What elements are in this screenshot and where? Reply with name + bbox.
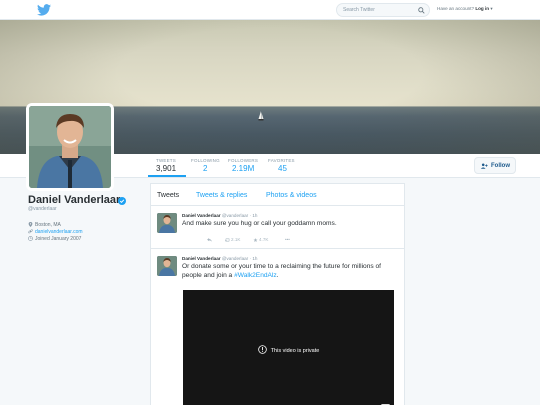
tab-photos-videos[interactable]: Photos & videos bbox=[266, 192, 317, 199]
follow-label: Follow bbox=[491, 162, 510, 169]
profile-handle: @vanderlaar bbox=[28, 206, 57, 212]
stat-followers[interactable]: FOLLOWERS 2.19M bbox=[228, 158, 258, 173]
info-icon bbox=[257, 345, 267, 354]
tweet-author[interactable]: Daniel Vanderlaar bbox=[182, 213, 221, 218]
stat-tweets[interactable]: TWEETS 3,901 bbox=[156, 158, 176, 173]
tab-tweets-replies[interactable]: Tweets & replies bbox=[196, 192, 247, 199]
tab-tweets[interactable]: Tweets bbox=[157, 192, 179, 199]
retweet-icon bbox=[224, 238, 230, 242]
retweet-count: 2.1K bbox=[231, 237, 241, 242]
video-private-text: This video is private bbox=[270, 348, 320, 354]
tweet-avatar[interactable] bbox=[157, 256, 177, 276]
active-stat-underline bbox=[148, 175, 186, 177]
login-link[interactable]: Log in bbox=[475, 6, 489, 11]
stat-label: TWEETS bbox=[156, 158, 176, 163]
joined-text: Joined January 2007 bbox=[35, 236, 82, 242]
chevron-down-icon[interactable]: ▾ bbox=[490, 6, 492, 11]
stat-value: 2 bbox=[203, 164, 208, 173]
tweet-handle[interactable]: @vanderlaar bbox=[222, 256, 248, 261]
add-user-icon bbox=[480, 163, 488, 169]
timeline-tabs: Tweets Tweets & replies Photos & videos bbox=[151, 184, 404, 206]
search-placeholder: Search Twitter bbox=[343, 7, 375, 13]
tweet-author[interactable]: Daniel Vanderlaar bbox=[182, 256, 221, 261]
tweet-time[interactable]: 1h bbox=[252, 213, 257, 218]
location-pin-icon bbox=[28, 222, 33, 227]
website-link[interactable]: danielvanderlaar.com bbox=[35, 229, 83, 235]
link-icon bbox=[28, 229, 33, 234]
tweet-text-body: Or donate some or your time to a reclaim… bbox=[182, 263, 381, 279]
tweet-header: Daniel Vanderlaar @vanderlaar · 1h bbox=[182, 256, 258, 261]
stat-following[interactable]: FOLLOWING 2 bbox=[191, 158, 220, 173]
profile-location: Boston, MA bbox=[28, 222, 61, 228]
tweet[interactable]: Daniel Vanderlaar @vanderlaar · 1h Or do… bbox=[151, 250, 404, 405]
tweet-text-end: . bbox=[276, 271, 279, 279]
sailboat-image bbox=[258, 111, 264, 121]
follow-button[interactable]: Follow bbox=[474, 157, 516, 174]
tweet-avatar-image bbox=[157, 256, 177, 276]
retweet-button[interactable]: 2.1K bbox=[224, 237, 241, 242]
like-count: 4.7K bbox=[259, 237, 269, 242]
stat-value: 3,901 bbox=[156, 164, 177, 173]
stat-label: FAVORITES bbox=[268, 158, 295, 163]
tweet-text: And make sure you hug or call your godda… bbox=[182, 220, 337, 227]
tweet-header: Daniel Vanderlaar @vanderlaar · 1h bbox=[182, 213, 258, 218]
tweet-avatar-image bbox=[157, 213, 177, 233]
profile-name: Daniel Vanderlaar bbox=[28, 194, 121, 206]
reply-icon[interactable] bbox=[207, 237, 213, 242]
video-message: This video is private bbox=[183, 345, 394, 354]
stat-value: 2.19M bbox=[232, 164, 255, 173]
like-button[interactable]: 4.7K bbox=[253, 237, 268, 242]
search-icon[interactable] bbox=[418, 7, 425, 14]
hashtag-link[interactable]: #Walk2EndAlz bbox=[234, 272, 277, 279]
video-player[interactable]: This video is private bbox=[183, 290, 394, 405]
profile-photo bbox=[29, 106, 111, 188]
account-question: Have an account? bbox=[437, 6, 475, 11]
stat-label: FOLLOWERS bbox=[228, 158, 259, 163]
search-input[interactable]: Search Twitter bbox=[336, 3, 430, 17]
verified-badge-icon bbox=[118, 197, 126, 205]
more-options-icon[interactable]: ••• bbox=[285, 237, 290, 242]
stat-favorites[interactable]: FAVORITES 45 bbox=[268, 158, 295, 173]
top-nav: Search Twitter Have an account? Log in ▾ bbox=[0, 0, 540, 20]
tweet-time[interactable]: 1h bbox=[252, 256, 257, 261]
tweet-text: Or donate some or your time to a reclaim… bbox=[182, 263, 402, 280]
calendar-icon bbox=[28, 236, 33, 241]
tweet[interactable]: Daniel Vanderlaar @vanderlaar · 1h And m… bbox=[151, 207, 404, 249]
tweet-avatar[interactable] bbox=[157, 213, 177, 233]
twitter-bird-icon[interactable] bbox=[37, 4, 51, 16]
stat-label: FOLLOWING bbox=[191, 158, 220, 163]
profile-website: danielvanderlaar.com bbox=[28, 229, 83, 235]
stat-value: 45 bbox=[278, 164, 287, 173]
account-prompt: Have an account? Log in ▾ bbox=[437, 6, 493, 12]
location-text: Boston, MA bbox=[35, 222, 61, 228]
avatar[interactable] bbox=[26, 103, 114, 191]
timeline: Tweets Tweets & replies Photos & videos … bbox=[150, 183, 405, 405]
profile-joined: Joined January 2007 bbox=[28, 236, 81, 242]
star-icon bbox=[253, 238, 258, 242]
tweet-handle[interactable]: @vanderlaar bbox=[222, 213, 248, 218]
